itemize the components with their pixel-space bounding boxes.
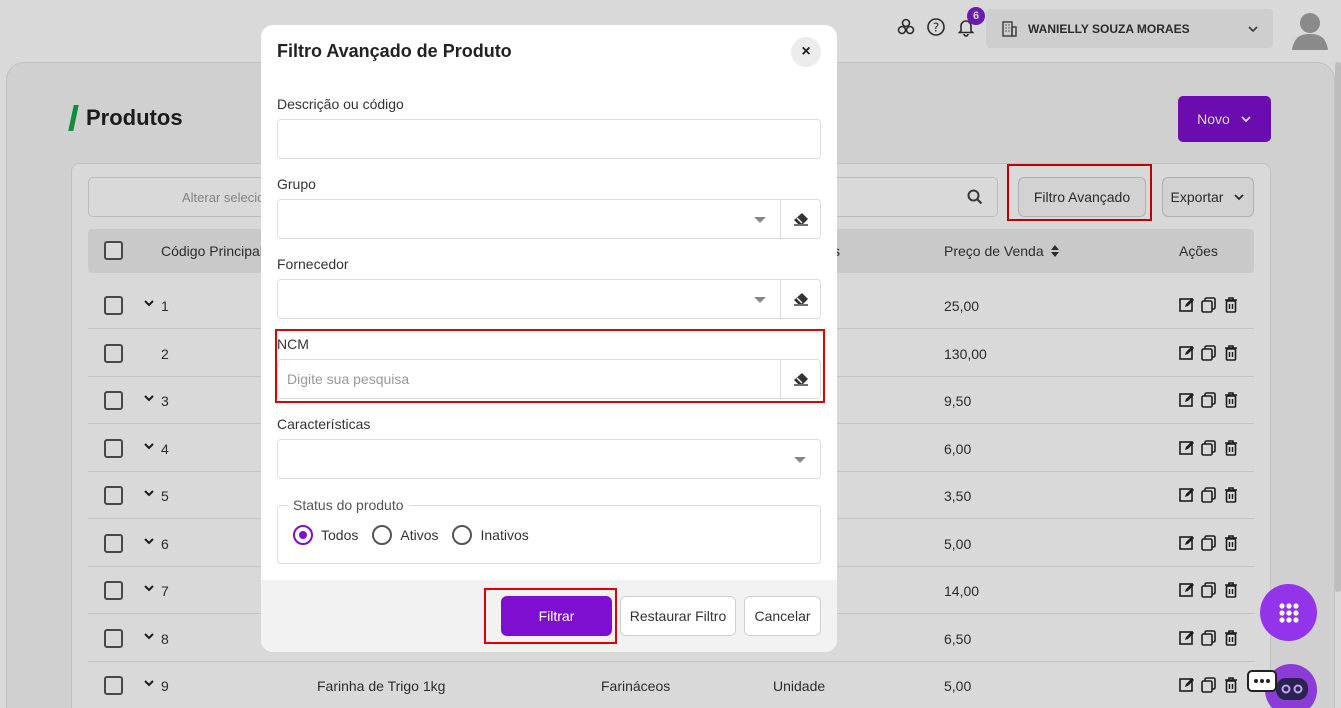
radio-unchecked[interactable] — [452, 525, 473, 545]
chatbot-button[interactable] — [1246, 660, 1318, 708]
radio-label-todos: Todos — [321, 527, 359, 543]
ncm-label: NCM — [277, 336, 309, 352]
status-legend: Status do produto — [288, 497, 409, 513]
reset-filter-button[interactable]: Restaurar Filtro — [620, 596, 736, 636]
cancel-button[interactable]: Cancelar — [744, 596, 821, 636]
description-label: Descrição ou código — [277, 96, 404, 112]
chatbot-icon — [1247, 664, 1317, 708]
description-field[interactable] — [277, 119, 821, 159]
close-icon: × — [801, 43, 811, 60]
advanced-filter-modal: Filtro Avançado de Produto × Descrição o… — [261, 25, 837, 652]
supplier-label: Fornecedor — [277, 256, 349, 272]
description-input[interactable] — [278, 120, 820, 158]
apps-menu-button[interactable] — [1260, 584, 1317, 641]
close-button[interactable]: × — [791, 37, 821, 67]
modal-footer: Filtrar Restaurar Filtro Cancelar — [261, 580, 837, 652]
radio-unchecked[interactable] — [372, 525, 393, 545]
features-select[interactable] — [277, 439, 821, 479]
status-fieldset: Status do produto Todos Ativos Inativos — [277, 497, 821, 564]
status-radio-group: Todos Ativos Inativos — [293, 525, 529, 545]
grid-icon — [1278, 602, 1299, 623]
status-radio-ativos[interactable]: Ativos — [372, 525, 438, 545]
eraser-icon — [793, 373, 808, 386]
clear-group-button[interactable] — [780, 199, 821, 239]
ncm-input[interactable] — [278, 360, 780, 398]
radio-label-inativos: Inativos — [480, 527, 529, 543]
caret-down-icon — [754, 297, 766, 303]
supplier-select[interactable] — [277, 279, 781, 319]
caret-down-icon — [794, 457, 806, 463]
group-label: Grupo — [277, 176, 316, 192]
eraser-icon — [793, 213, 808, 226]
ncm-field[interactable] — [277, 359, 781, 399]
status-radio-inativos[interactable]: Inativos — [452, 525, 529, 545]
filter-button[interactable]: Filtrar — [501, 596, 612, 636]
status-radio-todos[interactable]: Todos — [293, 525, 358, 545]
group-select[interactable] — [277, 199, 781, 239]
page-scrollbar[interactable] — [1335, 62, 1341, 592]
caret-down-icon — [754, 217, 766, 223]
modal-title: Filtro Avançado de Produto — [277, 41, 512, 61]
radio-label-ativos: Ativos — [400, 527, 439, 543]
clear-ncm-button[interactable] — [780, 359, 821, 399]
radio-checked[interactable] — [293, 525, 313, 545]
eraser-icon — [793, 293, 808, 306]
features-label: Características — [277, 416, 371, 432]
clear-supplier-button[interactable] — [780, 279, 821, 319]
